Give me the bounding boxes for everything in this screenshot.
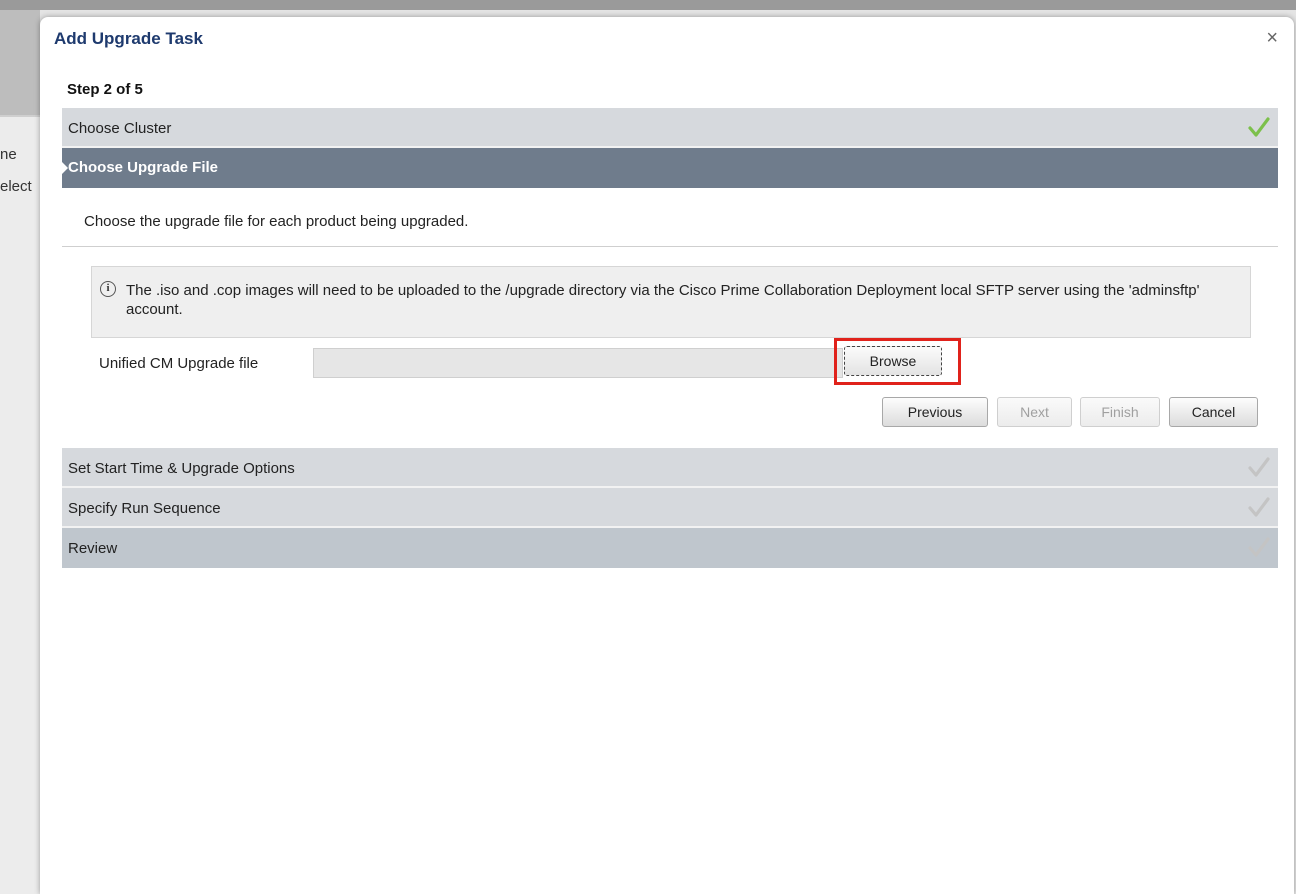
step-specify-run-sequence[interactable]: Specify Run Sequence [62, 488, 1278, 528]
check-icon [1248, 497, 1270, 517]
step-label: Review [68, 540, 118, 557]
previous-button[interactable]: Previous [882, 397, 988, 427]
cancel-button[interactable]: Cancel [1169, 397, 1258, 427]
next-button[interactable]: Next [997, 397, 1072, 427]
finish-button[interactable]: Finish [1080, 397, 1160, 427]
background-pane [0, 117, 40, 894]
background-top-strip [0, 0, 1296, 10]
step-label: Set Start Time & Upgrade Options [68, 460, 295, 477]
background-text-2: elect [0, 178, 32, 195]
info-icon: i [100, 281, 116, 297]
step-review[interactable]: Review [62, 528, 1278, 568]
info-text: The .iso and .cop images will need to be… [126, 282, 1200, 318]
step-choose-upgrade-file: Choose Upgrade File [62, 148, 1278, 188]
step-indicator: Step 2 of 5 [67, 81, 143, 98]
upgrade-file-input[interactable] [313, 348, 843, 378]
close-icon[interactable]: × [1266, 27, 1278, 49]
wizard-accordion: Choose Cluster Choose Upgrade File Choos… [62, 108, 1278, 568]
browse-button[interactable]: Browse [844, 346, 942, 376]
step-label: Choose Upgrade File [68, 159, 219, 176]
add-upgrade-task-dialog: Add Upgrade Task × Step 2 of 5 Choose Cl… [40, 17, 1294, 894]
step-choose-cluster[interactable]: Choose Cluster [62, 108, 1278, 148]
dialog-title: Add Upgrade Task [54, 29, 203, 48]
check-icon [1248, 537, 1270, 557]
upgrade-file-panel: Choose the upgrade file for each product… [62, 188, 1278, 448]
check-icon [1248, 457, 1270, 477]
background-left-panel: ne elect [0, 10, 40, 894]
step-label: Choose Cluster [68, 120, 172, 137]
step-label: Specify Run Sequence [68, 500, 221, 517]
upgrade-file-label: Unified CM Upgrade file [99, 355, 259, 372]
background-text-1: ne [0, 146, 17, 163]
step-set-start-time[interactable]: Set Start Time & Upgrade Options [62, 448, 1278, 488]
panel-description: Choose the upgrade file for each product… [84, 213, 469, 230]
check-icon [1248, 117, 1270, 137]
info-box: i The .iso and .cop images will need to … [91, 266, 1251, 338]
panel-divider [62, 246, 1278, 247]
